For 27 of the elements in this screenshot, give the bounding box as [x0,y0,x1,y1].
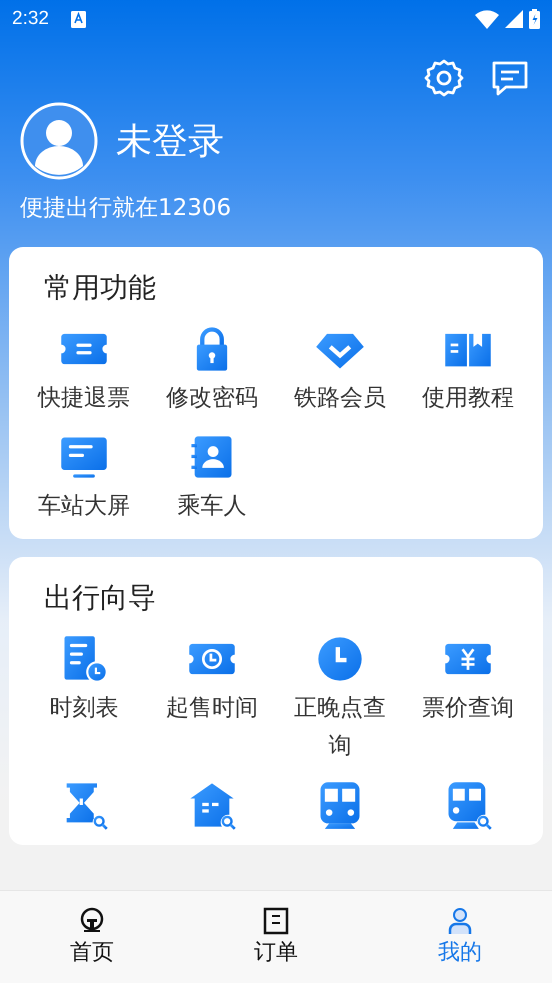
menu-label[interactable]: 车站大屏 [28,487,140,525]
section-title: 出行向导 [43,580,157,616]
menu-label[interactable]: 铁路会员 [284,379,396,417]
signal-icon [505,10,523,28]
document-icon [262,907,290,935]
avatar-icon[interactable] [20,102,98,180]
battery-icon [529,9,540,29]
user-name[interactable]: 未登录 [116,116,224,166]
menu-label[interactable]: 使用教程 [412,379,524,417]
nav-tab[interactable]: 订单 [184,891,368,983]
railway-logo-icon [78,907,106,935]
status-time: 2:32 [12,8,49,30]
menu-label[interactable]: 快捷退票 [28,379,140,417]
menu-label[interactable]: 时刻表 [28,689,140,727]
nav-tab[interactable]: 我的 [368,891,552,983]
menu-label[interactable]: 票价查询 [412,689,524,727]
nav-tab[interactable]: 首页 [0,891,184,983]
keyboard-notification-icon [70,10,86,28]
menu-label[interactable]: 起售时间 [156,689,268,727]
person-icon [446,907,474,935]
menu-label[interactable]: 正晚点查询 [284,689,396,765]
menu-label[interactable]: 修改密码 [156,379,268,417]
tagline: 便捷出行就在12306 [19,194,232,223]
wifi-icon [475,10,499,28]
settings-icon[interactable] [424,58,464,98]
menu-label[interactable]: 乘车人 [156,487,268,525]
section-title: 常用功能 [43,270,157,306]
